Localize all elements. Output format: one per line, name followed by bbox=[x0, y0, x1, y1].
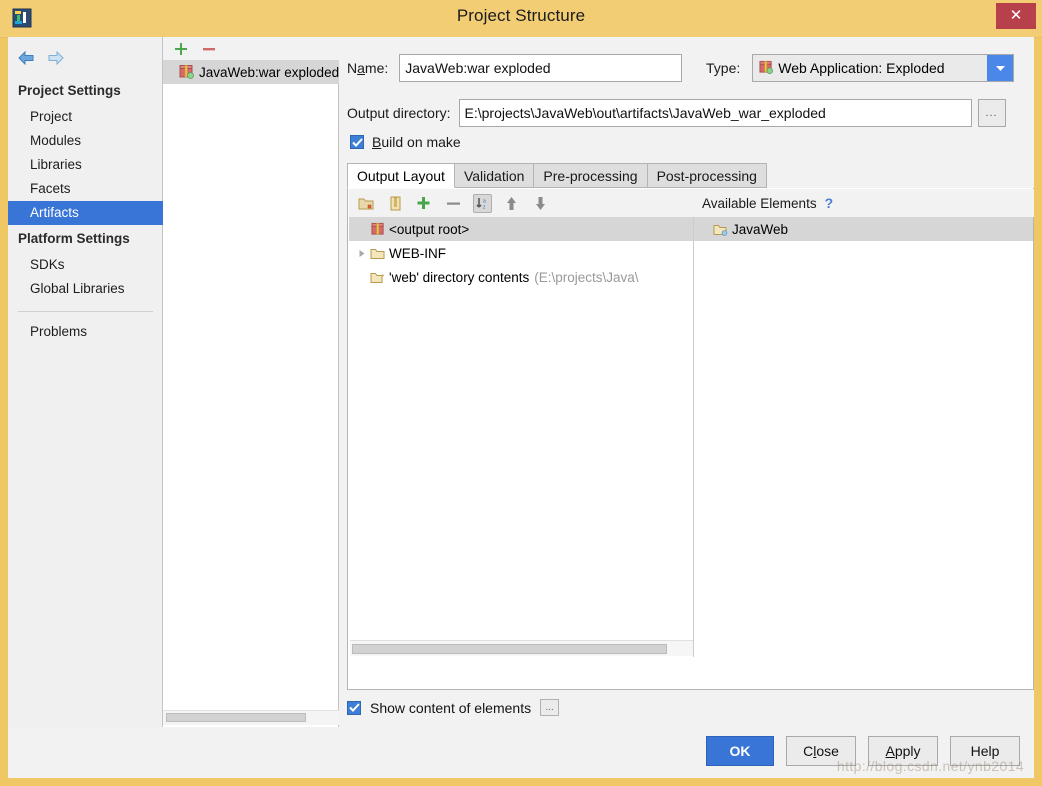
dialog-title: Project Structure bbox=[0, 6, 1042, 26]
remove-icon[interactable] bbox=[444, 194, 463, 213]
type-row: Type: Web Application: Exploded bbox=[706, 54, 1014, 82]
name-row: Name: bbox=[347, 54, 682, 82]
create-archive-icon[interactable] bbox=[386, 194, 405, 213]
sidebar-item-project[interactable]: Project bbox=[8, 105, 163, 129]
svg-text:z: z bbox=[483, 204, 486, 210]
tree-row[interactable]: WEB-INF bbox=[349, 241, 693, 265]
remove-artifact-button[interactable] bbox=[201, 41, 217, 57]
tab-pre-processing[interactable]: Pre-processing bbox=[534, 163, 647, 188]
create-directory-icon[interactable] bbox=[357, 194, 376, 213]
name-label: Name: bbox=[347, 60, 388, 76]
type-combobox[interactable]: Web Application: Exploded bbox=[752, 54, 1014, 82]
navigation-arrows bbox=[16, 45, 66, 71]
scrollbar-thumb[interactable] bbox=[166, 713, 306, 722]
sidebar-item-libraries[interactable]: Libraries bbox=[8, 153, 163, 177]
artifact-icon bbox=[369, 222, 386, 236]
artifact-detail-pane: Name: Type: bbox=[339, 37, 1034, 727]
dialog-body: Project Settings Project Modules Librari… bbox=[8, 37, 1034, 727]
build-on-make-row: Build on make bbox=[350, 134, 461, 150]
settings-sidebar: Project Settings Project Modules Librari… bbox=[8, 37, 163, 727]
tree-row[interactable]: 'web' directory contents (E:\projects\Ja… bbox=[349, 265, 693, 289]
available-elements-title: Available Elements bbox=[702, 196, 817, 211]
sidebar-item-modules[interactable]: Modules bbox=[8, 129, 163, 153]
available-elements-tree: JavaWeb bbox=[694, 217, 1033, 689]
sidebar-item-global-libraries[interactable]: Global Libraries bbox=[8, 277, 163, 301]
output-tree-horizontal-scrollbar[interactable] bbox=[350, 640, 694, 656]
output-directory-row: Output directory: ... bbox=[347, 99, 1006, 127]
build-on-make-checkbox[interactable] bbox=[350, 135, 364, 149]
build-on-make-label: Build on make bbox=[372, 134, 461, 150]
tree-row[interactable]: <output root> bbox=[349, 217, 693, 241]
output-layout-tree: <output root> WEB-INF bbox=[349, 217, 694, 657]
move-down-icon[interactable] bbox=[531, 194, 550, 213]
settings-nav-list: Project Settings Project Modules Librari… bbox=[8, 77, 163, 344]
help-icon[interactable]: ? bbox=[825, 195, 834, 211]
folder-icon bbox=[369, 247, 386, 260]
show-content-label: Show content of elements bbox=[370, 700, 531, 716]
tree-row-path: (E:\projects\Java\ bbox=[534, 270, 638, 285]
available-elements-header: Available Elements ? bbox=[694, 189, 1033, 217]
type-combobox-value: Web Application: Exploded bbox=[778, 60, 944, 76]
tree-row[interactable]: JavaWeb bbox=[694, 217, 1033, 241]
move-up-icon[interactable] bbox=[502, 194, 521, 213]
close-button[interactable]: ✕ bbox=[996, 3, 1036, 29]
list-item[interactable]: JavaWeb:war exploded bbox=[163, 61, 339, 84]
output-directory-label: Output directory: bbox=[347, 105, 451, 121]
add-artifact-button[interactable] bbox=[173, 41, 189, 57]
artifact-tabs: Output Layout Validation Pre-processing … bbox=[347, 163, 767, 188]
artifact-label: JavaWeb:war exploded bbox=[199, 65, 339, 80]
tree-row-label: 'web' directory contents bbox=[389, 270, 529, 285]
sort-alphabetically-icon[interactable]: a z bbox=[473, 194, 492, 213]
ok-button[interactable]: OK bbox=[706, 736, 774, 766]
tree-row-label: JavaWeb bbox=[732, 222, 788, 237]
sidebar-item-problems[interactable]: Problems bbox=[8, 320, 163, 344]
artifacts-toolbar bbox=[163, 37, 339, 61]
scrollbar-thumb[interactable] bbox=[352, 644, 667, 654]
sidebar-item-facets[interactable]: Facets bbox=[8, 177, 163, 201]
arrow-left-icon[interactable] bbox=[16, 48, 36, 68]
tab-validation[interactable]: Validation bbox=[455, 163, 534, 188]
tree-row-label: <output root> bbox=[389, 222, 469, 237]
sidebar-item-sdks[interactable]: SDKs bbox=[8, 253, 163, 277]
chevron-down-icon[interactable] bbox=[987, 55, 1013, 81]
title-bar: Project Structure ✕ bbox=[0, 0, 1042, 38]
show-content-row: Show content of elements ... bbox=[347, 699, 559, 716]
module-icon bbox=[712, 223, 729, 236]
tree-row-label: WEB-INF bbox=[389, 246, 446, 261]
artifacts-horizontal-scrollbar[interactable] bbox=[163, 710, 339, 725]
artifacts-list-panel: JavaWeb:war exploded bbox=[163, 37, 339, 727]
nav-group-platform-settings: Platform Settings bbox=[8, 225, 163, 253]
project-structure-dialog: Project Structure ✕ Project Settings bbox=[0, 0, 1042, 786]
watermark-text: http://blog.csdn.net/ynb2014 bbox=[837, 758, 1024, 774]
show-content-options-button[interactable]: ... bbox=[540, 699, 559, 716]
name-input[interactable] bbox=[399, 54, 682, 82]
add-copy-icon[interactable] bbox=[415, 194, 434, 213]
artifact-icon bbox=[759, 60, 773, 77]
tab-post-processing[interactable]: Post-processing bbox=[648, 163, 767, 188]
browse-output-directory-button[interactable]: ... bbox=[978, 99, 1006, 127]
directory-contents-icon bbox=[369, 271, 386, 284]
output-layout-panel: a z Ava bbox=[347, 188, 1034, 690]
show-content-checkbox[interactable] bbox=[347, 701, 361, 715]
arrow-right-icon[interactable] bbox=[46, 48, 66, 68]
output-directory-input[interactable] bbox=[459, 99, 972, 127]
chevron-right-icon[interactable] bbox=[355, 249, 369, 258]
nav-group-project-settings: Project Settings bbox=[8, 77, 163, 105]
type-combobox-value-wrap: Web Application: Exploded bbox=[753, 60, 987, 77]
artifact-icon bbox=[179, 64, 194, 82]
nav-divider bbox=[18, 311, 153, 312]
type-label: Type: bbox=[706, 60, 740, 76]
sidebar-item-artifacts[interactable]: Artifacts bbox=[8, 201, 163, 225]
tab-output-layout[interactable]: Output Layout bbox=[347, 163, 455, 188]
